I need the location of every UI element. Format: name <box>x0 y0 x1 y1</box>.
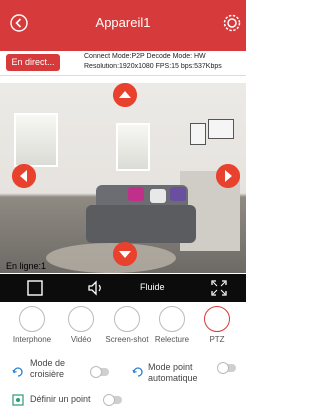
room-sofa <box>86 205 196 243</box>
tool-label: Vidéo <box>70 335 92 344</box>
pan-right-arrow-icon[interactable] <box>216 164 240 188</box>
square-icon[interactable] <box>26 279 44 297</box>
sofa-pillow <box>128 187 144 201</box>
playback-button[interactable]: Relecture <box>150 306 194 345</box>
room-window-left <box>14 113 58 167</box>
screenshot-icon <box>114 306 140 332</box>
tools-panel: Interphone Vidéo Screen-shot Relecture P… <box>0 302 246 420</box>
page-title: Appareil1 <box>95 15 151 30</box>
pan-up-arrow-icon[interactable] <box>113 83 137 107</box>
cruise-mode-label: Mode de croisière <box>30 358 66 379</box>
screenshot-button[interactable]: Screen-shot <box>105 306 149 345</box>
intercom-icon <box>19 306 45 332</box>
room-rug <box>46 243 176 273</box>
cruise-mode-toggle[interactable] <box>90 366 109 378</box>
stream-stats-text: Resolution:1920x1080 FPS:15 bps:537Kbps <box>84 63 222 70</box>
quality-selector[interactable]: Fluide <box>140 282 165 292</box>
ptz-button[interactable]: PTZ <box>195 306 239 345</box>
tool-label: Interphone <box>12 335 52 344</box>
sofa-pillow <box>150 189 166 203</box>
speaker-icon[interactable] <box>86 279 104 297</box>
back-circle-icon[interactable] <box>9 13 29 33</box>
cruise-mode-icon <box>12 367 23 377</box>
wall-art <box>190 123 206 145</box>
connection-info-bar: En direct... Connect Mode:P2P Decode Mod… <box>0 51 246 76</box>
online-count-label: En ligne:1 <box>6 261 47 271</box>
auto-point-label: Mode point automatique <box>148 362 198 383</box>
tool-label: Relecture <box>154 335 190 344</box>
auto-point-toggle[interactable] <box>217 362 236 374</box>
live-button[interactable]: En direct... <box>6 54 60 71</box>
define-point-label: Définir un point <box>30 394 91 404</box>
define-point-icon <box>12 394 24 406</box>
fullscreen-icon[interactable] <box>210 279 228 297</box>
gear-icon[interactable] <box>222 13 242 33</box>
sofa-pillow <box>170 187 186 201</box>
auto-point-icon <box>132 367 143 377</box>
ptz-icon <box>204 306 230 332</box>
define-point-toggle[interactable] <box>103 394 122 406</box>
video-record-icon <box>68 306 94 332</box>
pan-down-arrow-icon[interactable] <box>113 242 137 266</box>
video-control-bar: Fluide <box>0 274 246 302</box>
interphone-button[interactable]: Interphone <box>10 306 54 345</box>
room-window-center <box>116 123 150 171</box>
pan-left-arrow-icon[interactable] <box>12 164 36 188</box>
playback-icon <box>159 306 185 332</box>
wall-art <box>208 119 234 139</box>
connection-mode-text: Connect Mode:P2P Decode Mode: HW <box>84 53 206 60</box>
top-header: Appareil1 <box>0 0 246 51</box>
video-button[interactable]: Vidéo <box>59 306 103 345</box>
tool-label: Screen-shot <box>105 335 149 344</box>
tool-label: PTZ <box>209 335 225 344</box>
